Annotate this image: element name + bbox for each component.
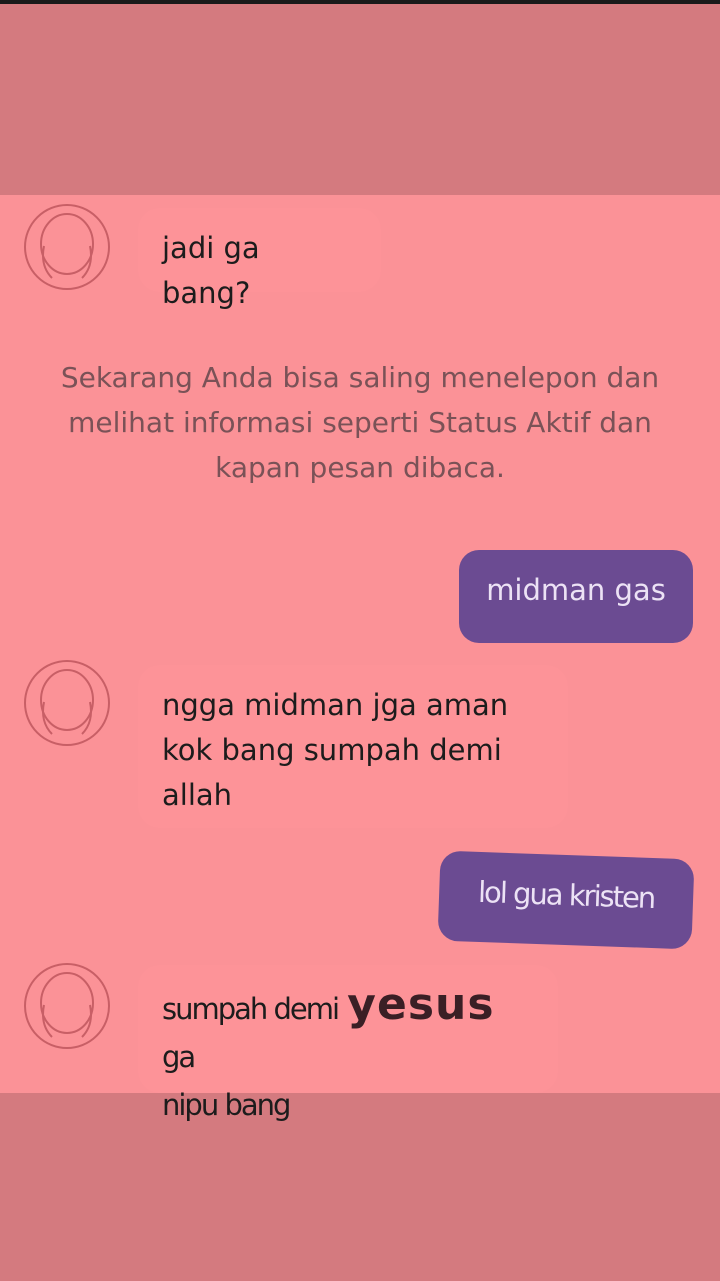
- message-text: sumpah demi: [162, 992, 340, 1026]
- contact-avatar[interactable]: [24, 963, 110, 1049]
- message-text: midman gas: [486, 573, 666, 607]
- incoming-message-bubble[interactable]: sumpah demi yesus ga nipu bang: [138, 965, 558, 1122]
- message-line: kok bang sumpah demi: [162, 733, 502, 767]
- contact-avatar[interactable]: [24, 660, 110, 746]
- profile-silhouette-icon: [40, 669, 94, 735]
- message-line: nipu bang: [162, 1088, 291, 1122]
- message-text: ga: [162, 1040, 196, 1074]
- message-text: lol gua kristen: [477, 874, 655, 916]
- emphasized-word: yesus: [347, 979, 495, 1030]
- top-edge: [0, 0, 720, 4]
- profile-silhouette-icon: [40, 213, 94, 279]
- contact-avatar[interactable]: [24, 204, 110, 290]
- incoming-message-bubble[interactable]: jadi ga bang?: [138, 208, 381, 310]
- outgoing-message-bubble[interactable]: midman gas: [459, 550, 693, 643]
- chat-thread[interactable]: jadi ga bang? Sekarang Anda bisa saling …: [0, 195, 720, 1122]
- screenshot: jadi ga bang? Sekarang Anda bisa saling …: [0, 0, 720, 1281]
- message-line: sumpah demi yesus ga: [162, 981, 534, 1081]
- message-line: allah: [162, 778, 233, 812]
- message-line: ngga midman jga aman: [162, 688, 509, 722]
- incoming-message-bubble[interactable]: ngga midman jga aman kok bang sumpah dem…: [138, 665, 568, 828]
- outgoing-message-bubble[interactable]: lol gua kristen: [437, 850, 695, 950]
- system-notice: Sekarang Anda bisa saling menelepon dan …: [60, 361, 660, 484]
- message-text: jadi ga bang?: [162, 231, 260, 310]
- profile-silhouette-icon: [40, 972, 94, 1038]
